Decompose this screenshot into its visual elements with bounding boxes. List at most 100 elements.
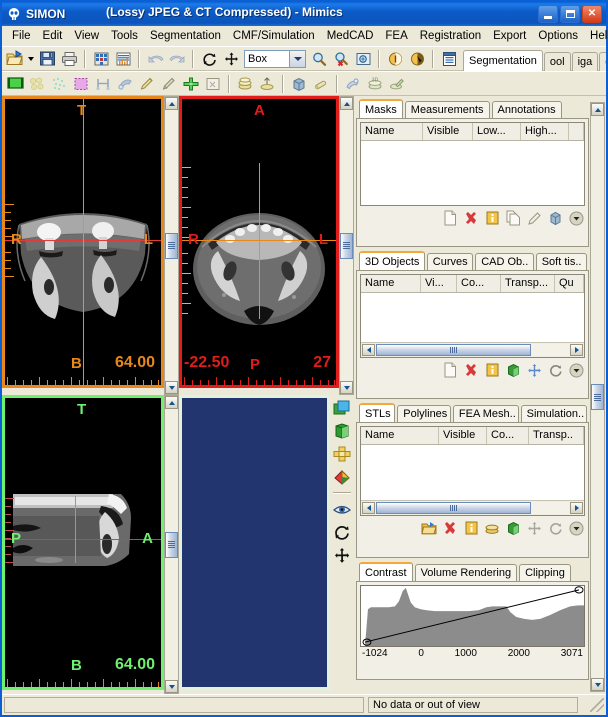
edit-mask-icon[interactable] [70,73,92,95]
tab-navigation[interactable]: iga [571,52,599,71]
crosshair-vertical[interactable] [83,99,84,385]
tab-tools[interactable]: ool [543,52,571,71]
axial-scroll-down-icon[interactable] [340,381,353,394]
tab-volume-rendering[interactable]: Volume Rendering [414,564,518,581]
maximize-button[interactable] [560,5,580,23]
rotate-icon[interactable] [331,521,353,543]
objects-3d-grid[interactable]: Name Vi... Co... Transp... Qu [360,274,585,358]
menu-item-edit[interactable]: Edit [37,28,69,44]
axial-scrollbar[interactable] [339,96,354,395]
menu-item-segmentation[interactable]: Segmentation [144,28,227,44]
tab-measurements[interactable]: Measurements [404,101,490,118]
tab-stls[interactable]: STLs [359,403,396,422]
menu-item-registration[interactable]: Registration [414,28,487,44]
resize-grip-icon[interactable] [590,698,604,712]
pan-3d-icon[interactable] [331,544,353,566]
cavity-fill-icon[interactable] [202,73,224,95]
zoom-mode-select[interactable]: Box [244,49,306,68]
remesh-action-icon[interactable] [504,519,522,537]
coronal-scroll-track-2[interactable] [165,258,178,381]
tab-simulations[interactable]: Simulation.. [520,405,587,422]
axial-view[interactable]: A R L P -22.50 27 [179,96,339,388]
delete-object-action-icon[interactable] [462,361,480,379]
tab-soft-tissue[interactable]: Soft tis.. [535,253,587,270]
calculate-3d-icon[interactable] [234,73,256,95]
tab-3d-objects[interactable]: 3D Objects [359,251,425,270]
panel-dock-scrollbar[interactable] [590,102,605,692]
new-mask-icon[interactable] [4,73,26,95]
axial-crosshair-vertical[interactable] [259,163,260,319]
objects-3d-hscrollbar[interactable] [361,342,584,357]
column-header-transparency[interactable]: Transp... [501,275,555,292]
adjust-contrast-icon[interactable] [406,48,428,70]
menu-item-help[interactable]: Help [584,28,608,44]
eye-visibility-icon[interactable] [331,498,353,520]
tab-annotations[interactable]: Annotations [491,101,562,118]
stls-scroll-left-icon[interactable] [362,502,375,514]
show-slices-icon[interactable] [331,397,353,419]
stls-grid[interactable]: Name Visible Co... Transp.. [360,426,585,516]
color-render-icon[interactable] [331,466,353,488]
axial-canvas[interactable]: A R L P -22.50 27 [182,99,336,385]
coronal-view[interactable]: T R L B 64.00 [2,96,164,388]
morphology-icon[interactable] [114,73,136,95]
sagittal-crosshair-horizontal[interactable] [5,539,161,540]
tab-curves[interactable]: Curves [426,253,474,270]
open-project-icon[interactable] [4,48,26,70]
column-header-low[interactable]: Low... [473,123,521,140]
more-options-caret-icon[interactable] [567,519,585,537]
stls-scroll-thumb[interactable] [376,502,531,514]
axial-scroll-track[interactable] [340,110,353,233]
sagittal-scroll-track-2[interactable] [165,557,178,680]
three-d-canvas[interactable] [182,398,327,687]
move-object-action-icon[interactable] [525,361,543,379]
three-d-view[interactable] [179,395,330,690]
dock-scroll-up-icon[interactable] [591,103,604,116]
redo-icon[interactable] [166,48,188,70]
column-header-visible[interactable]: Vi... [421,275,457,292]
import-stl-action-icon[interactable] [420,519,438,537]
sagittal-scroll-down-icon[interactable] [165,680,178,693]
menu-item-export[interactable]: Export [487,28,532,44]
coronal-scroll-thumb[interactable] [165,232,178,259]
project-management-icon[interactable] [438,48,460,70]
three-d-edit-icon[interactable] [386,73,408,95]
properties-action-icon[interactable] [462,519,480,537]
menu-item-view[interactable]: View [68,28,105,44]
menu-item-medcad[interactable]: MedCAD [321,28,380,44]
objects-3d-scroll-track[interactable] [531,344,569,356]
axial-scroll-thumb[interactable] [340,232,353,259]
stls-grid-body[interactable] [361,445,584,500]
tab-medcad[interactable]: dC [599,52,606,71]
dynamic-region-icon[interactable] [342,73,364,95]
multiple-slice-edit-icon[interactable] [92,73,114,95]
dock-scroll-thumb[interactable] [591,384,604,410]
axial-scroll-up-icon[interactable] [340,97,353,110]
column-header-name[interactable]: Name [361,123,423,140]
more-options-caret-icon[interactable] [567,209,585,227]
export-stl-action-icon[interactable] [504,361,522,379]
pan-icon[interactable] [220,48,242,70]
dock-scroll-down-icon[interactable] [591,678,604,691]
open-dropdown-caret-icon[interactable] [26,48,36,70]
save-icon[interactable] [36,48,58,70]
calculate-part-icon[interactable] [256,73,278,95]
properties-action-icon[interactable] [483,209,501,227]
coronal-scroll-track[interactable] [165,110,178,233]
column-header-name[interactable]: Name [361,275,421,292]
close-button[interactable]: ✕ [582,5,602,23]
objects-3d-grid-body[interactable] [361,293,584,342]
zoom-reset-icon[interactable] [330,48,352,70]
more-options-caret-icon[interactable] [567,361,585,379]
pixel-grid-icon[interactable] [90,48,112,70]
reset-views-icon[interactable] [198,48,220,70]
sagittal-scroll-up-icon[interactable] [165,396,178,409]
dock-scroll-track-2[interactable] [591,410,604,678]
masks-grid-body[interactable] [361,141,584,205]
masks-grid[interactable]: Name Visible Low... High... [360,122,585,206]
print-icon[interactable] [58,48,80,70]
draw-icon[interactable] [136,73,158,95]
sagittal-scrollbar[interactable] [164,395,179,694]
menu-item-fea[interactable]: FEA [379,28,413,44]
objects-3d-scroll-thumb[interactable] [376,344,531,356]
